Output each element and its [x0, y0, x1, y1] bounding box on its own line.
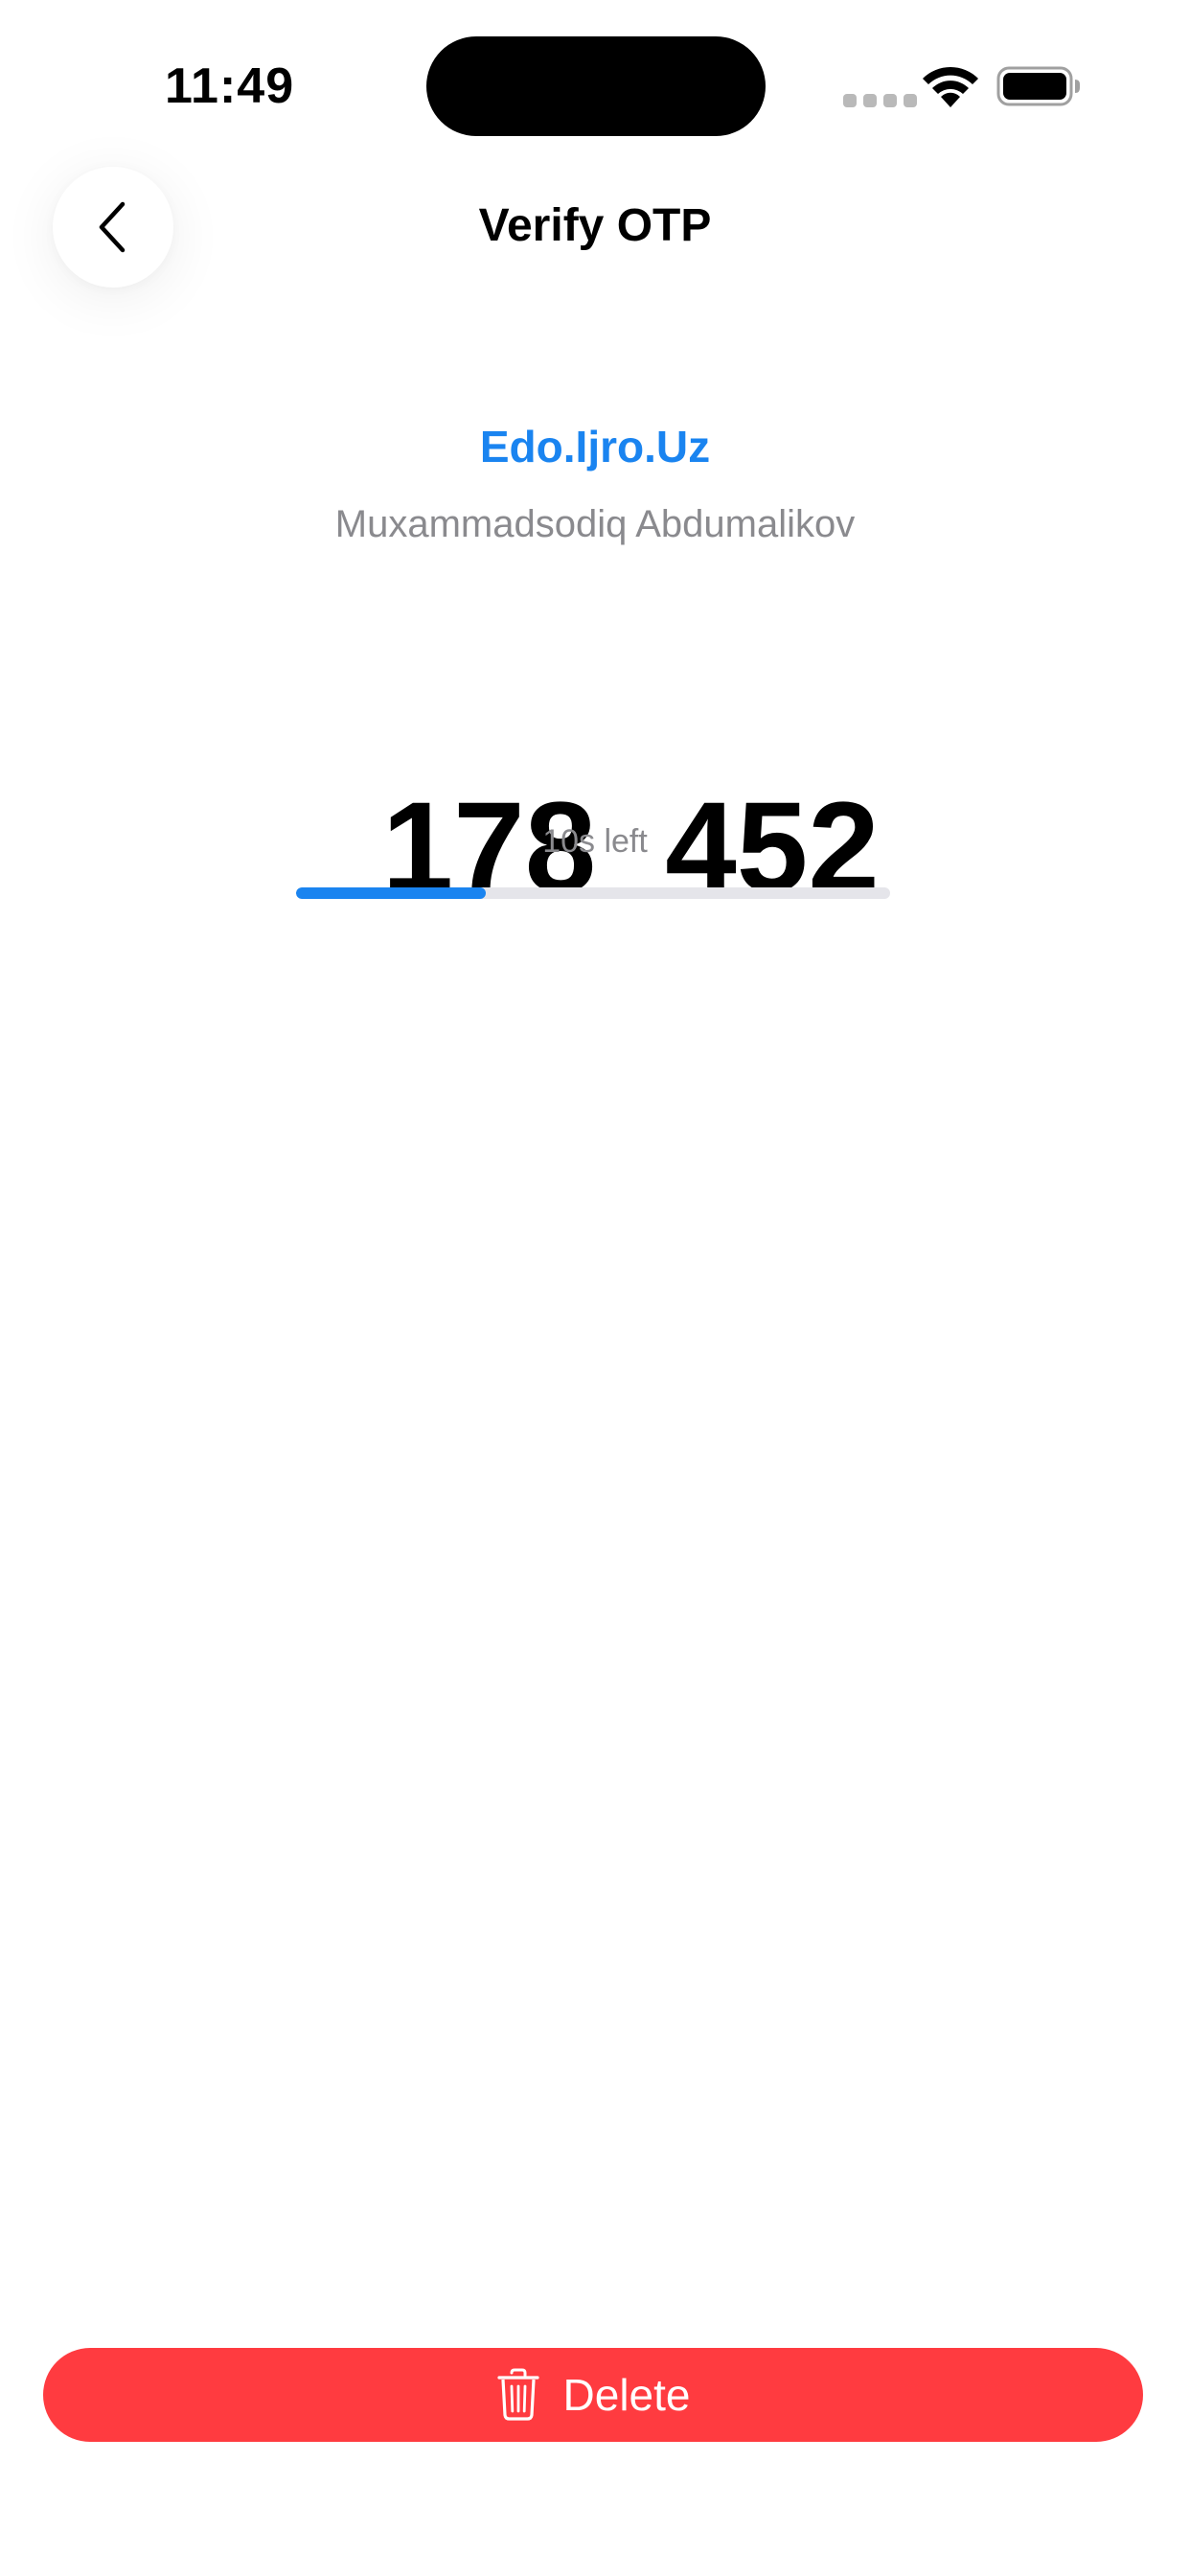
time-left-label: 10s left [542, 823, 648, 860]
countdown-progress-fill [296, 887, 487, 899]
cellular-signal-icon [843, 94, 917, 107]
status-time: 11:49 [165, 58, 295, 114]
wifi-icon [923, 66, 978, 107]
countdown-progress-bar [296, 887, 890, 899]
dynamic-island [426, 36, 766, 136]
account-name: Muxammadsodiq Abdumalikov [334, 503, 856, 545]
trash-icon [496, 2368, 539, 2421]
page-title: Verify OTP [478, 200, 712, 251]
otp-code[interactable]: 178 452 [0, 632, 1190, 920]
delete-button-label: Delete [562, 2370, 691, 2420]
delete-button[interactable]: Delete [43, 2348, 1143, 2442]
battery-icon [996, 66, 1080, 106]
issuer-name: Edo.Ijro.Uz [479, 422, 711, 472]
